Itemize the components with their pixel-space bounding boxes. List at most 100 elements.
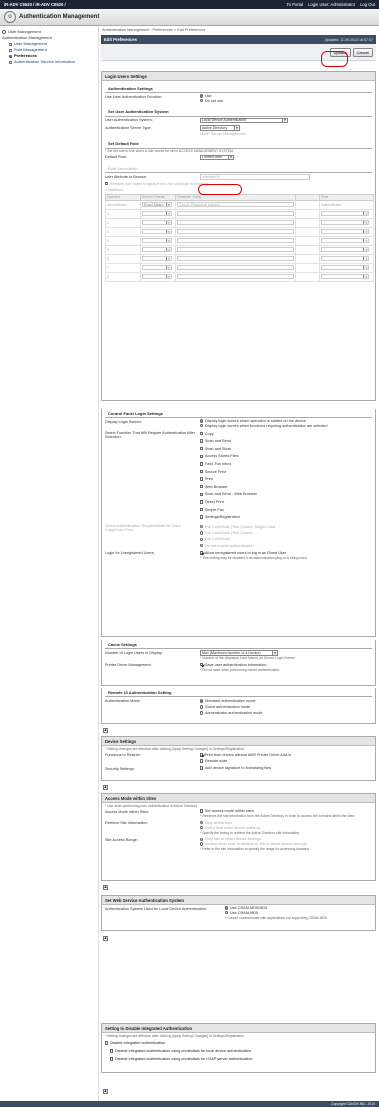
ldap-server-link[interactable]: LDAP Server Management... [200,132,372,136]
role-select[interactable]: ▼ [321,219,370,226]
radio-selected-icon[interactable] [200,821,204,825]
to-portal-link[interactable]: To Portal [287,2,304,7]
radio-icon[interactable] [200,711,204,715]
criteria-select[interactable]: ▼ [141,264,172,271]
string-input[interactable] [176,219,295,226]
radio-selected-icon[interactable] [200,543,204,548]
number-login-select[interactable]: Max (Maximum Number of a Device) ▼ [200,650,278,656]
checkbox-icon[interactable] [200,515,204,519]
radio-icon[interactable] [200,99,204,103]
expand-icon[interactable]: ▲ [103,935,108,941]
string-input[interactable] [176,264,295,271]
section-toggle[interactable]: ▲ [101,784,108,790]
checkbox-icon[interactable] [200,462,204,466]
checkbox-icon[interactable] [105,1041,109,1045]
criteria-select[interactable]: ▼ [141,255,172,262]
radio-icon[interactable] [225,911,229,915]
radio-selected-icon[interactable] [200,699,204,703]
restrict-scan-option[interactable]: Remote scan [200,758,372,764]
function-print[interactable]: Print [200,476,372,484]
section-toggle[interactable]: ▲ [101,1088,108,1094]
radio-selected-icon[interactable] [200,419,204,423]
checkbox-icon[interactable] [110,1049,114,1053]
disable-ia-ldap-option[interactable]: Disable integrated authentication using … [105,1055,252,1063]
role-select[interactable]: ▼ [321,264,370,271]
radio-icon[interactable] [200,531,204,535]
expand-icon[interactable]: ▲ [103,784,108,790]
checkbox-icon[interactable] [200,431,204,436]
radio-selected-icon[interactable] [200,94,204,98]
checkbox-icon[interactable] [200,469,204,474]
function-secure-print[interactable]: Secure Print [200,469,372,477]
role-select[interactable]: ▼ [321,210,370,217]
function-copy[interactable]: Copy [200,431,372,439]
checkbox-icon[interactable] [200,500,204,504]
function-fax-inbox[interactable]: Fax/I-Fax Inbox [200,461,372,469]
checkbox-icon[interactable] [200,454,204,459]
role-select[interactable]: ▼ [321,273,370,280]
section-toggle[interactable]: ▲ [101,727,108,733]
string-input[interactable] [176,237,295,244]
criteria-select[interactable]: ▼ [141,228,172,235]
checkbox-checked-icon[interactable] [200,662,204,667]
radio-icon[interactable] [200,842,204,846]
criteria-select[interactable]: Exact Match ▼ [141,201,172,208]
user-attribute-input[interactable]: memberOf [200,174,310,180]
checkbox-icon[interactable] [200,485,204,489]
checkbox-icon[interactable] [200,439,204,443]
checkbox-icon[interactable] [110,1057,114,1061]
string-input[interactable] [176,210,295,217]
function-scan-send[interactable]: Scan and Send [200,438,372,446]
criteria-select[interactable]: ▼ [141,210,172,217]
function-scan-store[interactable]: Scan and Store [200,446,372,454]
string-input[interactable] [176,273,295,280]
auth-system-select[interactable]: Local Device Authentication ▼ [200,117,288,124]
role-select[interactable]: ▼ [321,255,370,262]
checkbox-icon[interactable] [200,809,204,813]
disable-ia-option[interactable]: Disable integrated authentication [105,1039,165,1047]
checkbox-icon[interactable] [200,447,204,451]
function-simple-fax[interactable]: Simple Fax [200,507,372,515]
nav-item-auth-service-info[interactable]: Authentication Service Information [2,59,96,65]
radio-icon[interactable] [200,424,204,428]
radio-icon[interactable] [200,537,204,541]
role-select[interactable]: ▼ [321,246,370,253]
function-web-browser[interactable]: Web Browser [200,484,372,492]
radio-selected-icon[interactable] [200,837,204,842]
color-option-none[interactable]: Do not require authentication [200,543,372,549]
criteria-select[interactable]: ▼ [141,237,172,244]
default-role-select[interactable]: Limited User ▼ [200,154,234,161]
radio-selected-icon[interactable] [225,906,229,910]
radio-icon[interactable] [200,705,204,709]
expand-icon[interactable]: ▲ [103,727,108,733]
function-access-stored[interactable]: Access Stored Files [200,453,372,461]
expand-icon[interactable]: ▲ [103,884,108,890]
expand-icon[interactable]: ▲ [103,1088,108,1094]
checkbox-icon[interactable] [200,759,204,763]
checkbox-icon[interactable] [200,477,204,481]
checkbox-icon[interactable] [105,181,109,185]
display-on-select-option[interactable]: Display login screen when functions requ… [200,424,372,429]
section-toggle[interactable]: ▲ [101,884,108,890]
function-scan-send-web[interactable]: Scan and Send - Web Browser [200,491,372,499]
string-input[interactable] [176,255,295,262]
criteria-select[interactable]: ▼ [141,219,172,226]
role-select[interactable]: ▼ [321,228,370,235]
checkbox-icon[interactable] [200,492,204,497]
string-input[interactable] [176,246,295,253]
checkbox-checked-icon[interactable] [200,551,204,555]
function-direct-print[interactable]: Direct Print [200,499,372,507]
auth-not-use-option[interactable]: Do not use [200,99,372,104]
checkbox-icon[interactable] [200,507,204,512]
logout-link[interactable]: Log Out [360,2,375,7]
section-toggle[interactable]: ▲ [101,935,108,941]
criteria-select[interactable]: ▼ [141,246,172,253]
server-type-select[interactable]: Active Directory ▼ [200,125,240,131]
radio-icon[interactable] [200,825,204,830]
radio-icon[interactable] [200,525,204,529]
cancel-button[interactable]: Cancel [352,47,373,57]
checkbox-checked-icon[interactable] [200,753,204,757]
disable-ia-local-option[interactable]: Disable integrated authentication using … [105,1047,251,1055]
string-input[interactable] [176,228,295,235]
string-input[interactable]: Canon Peripheral Admins [176,201,295,208]
